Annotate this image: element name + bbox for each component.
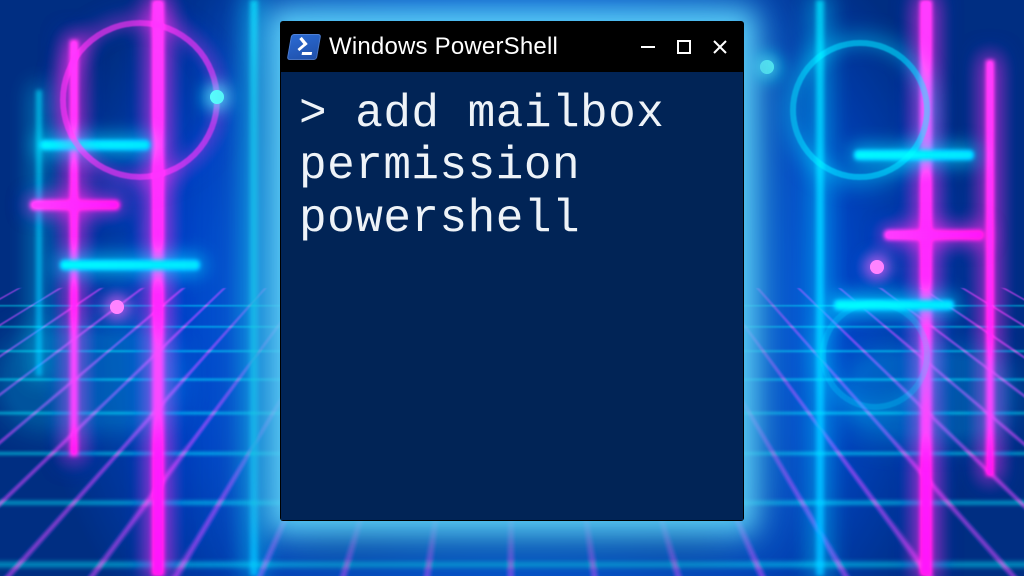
neon-dot [210,90,224,104]
neon-dot [110,300,124,314]
titlebar[interactable]: Windows PowerShell [281,22,743,72]
prompt-symbol: > [299,88,355,140]
maximize-icon [676,39,692,55]
minimize-icon [639,38,657,56]
close-button[interactable] [709,36,731,58]
powershell-window: Windows PowerShell > add mailbox permiss… [281,22,743,520]
terminal-line: > add mailbox permission powershell [299,88,725,245]
neon-bar [250,0,258,576]
window-controls [637,36,733,58]
neon-bar [884,230,984,240]
neon-blob [10,340,170,420]
neon-dot [760,60,774,74]
maximize-button[interactable] [673,36,695,58]
neon-ring [790,40,930,180]
terminal-body[interactable]: > add mailbox permission powershell [281,72,743,520]
powershell-icon [287,34,322,60]
neon-dot [870,260,884,274]
neon-bar [30,200,120,210]
close-icon [711,38,729,56]
window-title: Windows PowerShell [329,33,627,61]
neon-bar [60,260,200,270]
neon-blob [854,360,1004,430]
minimize-button[interactable] [637,36,659,58]
command-text: add mailbox permission powershell [299,88,692,245]
neon-ring [60,20,220,180]
neon-bar [36,90,42,376]
